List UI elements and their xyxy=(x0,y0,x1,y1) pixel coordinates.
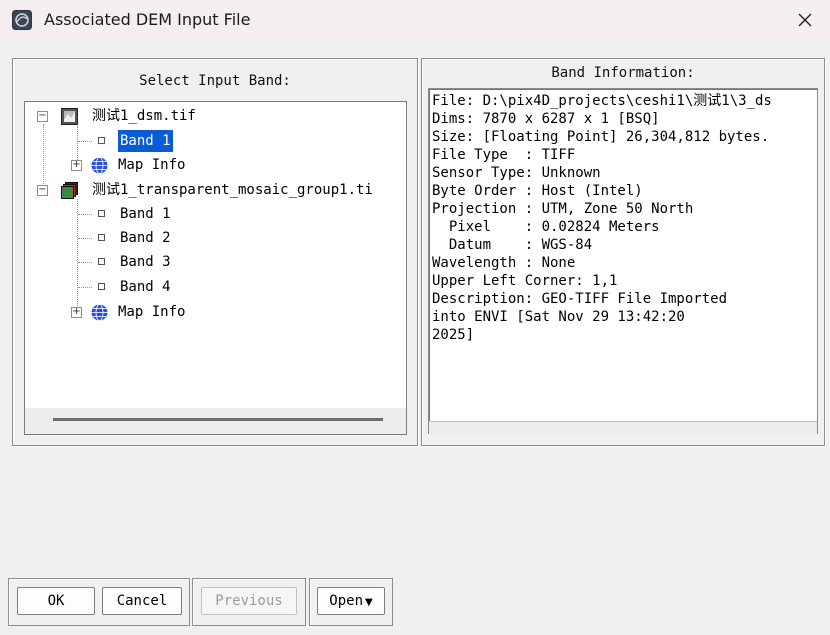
tree-item-label: Band 1 xyxy=(120,206,171,222)
expand-toggle[interactable]: + xyxy=(71,160,82,171)
info-line: Dims: 7870 x 6287 x 1 [BSQ] xyxy=(432,111,660,127)
open-group: Open ▼ xyxy=(309,578,393,626)
tree-item-label: 测试1_dsm.tif xyxy=(92,108,196,124)
tree-item-band-2-mosaic[interactable]: Band 2 xyxy=(25,227,225,249)
tree-item-band-3-mosaic[interactable]: Band 3 xyxy=(25,251,225,273)
globe-icon xyxy=(91,157,108,174)
band-icon xyxy=(98,234,105,241)
info-line: 2025] xyxy=(432,327,475,343)
open-label: Open xyxy=(329,593,363,609)
raster-file-icon xyxy=(61,108,78,125)
info-line: Datum : WGS-84 xyxy=(432,237,593,253)
tree-connector xyxy=(78,238,92,239)
band-tree[interactable]: − 测试1_dsm.tif Band 1 + Map Info − 测试1_tr… xyxy=(24,101,407,435)
info-line: Projection : UTM, Zone 50 North xyxy=(432,201,694,217)
select-input-band-title: Select Input Band: xyxy=(139,73,291,89)
tree-item-label: 测试1_transparent_mosaic_group1.ti xyxy=(92,182,373,198)
info-line: File: D:\pix4D_projects\ceshi1\测试1\3_ds xyxy=(432,93,772,109)
band-information-text[interactable]: File: D:\pix4D_projects\ceshi1\测试1\3_ds … xyxy=(428,88,818,435)
select-input-band-panel: Select Input Band: − 测试1_dsm.tif Band 1 … xyxy=(12,58,418,446)
tree-connector xyxy=(78,262,92,263)
info-line: Byte Order : Host (Intel) xyxy=(432,183,643,199)
collapse-toggle[interactable]: − xyxy=(37,111,48,122)
band-icon xyxy=(98,210,105,217)
horizontal-scrollbar-thumb[interactable] xyxy=(53,418,383,421)
band-information-panel: Band Information: File: D:\pix4D_project… xyxy=(421,58,825,446)
tree-item-label: Band 3 xyxy=(120,254,171,270)
info-line: Upper Left Corner: 1,1 xyxy=(432,273,618,289)
collapse-toggle[interactable]: − xyxy=(37,185,48,196)
ok-button[interactable]: OK xyxy=(17,587,95,615)
band-icon xyxy=(98,137,105,144)
previous-group: Previous xyxy=(192,578,306,626)
tree-item-label: Map Info xyxy=(118,157,186,173)
tree-item-map-info-mosaic[interactable]: + Map Info xyxy=(25,301,225,323)
cancel-button[interactable]: Cancel xyxy=(102,587,182,615)
tree-item-label: Band 1 xyxy=(118,130,173,152)
info-line: Description: GEO-TIFF File Imported xyxy=(432,291,728,307)
tree-item-band-4-mosaic[interactable]: Band 4 xyxy=(25,276,225,298)
info-line: Wavelength : None xyxy=(432,255,576,271)
envi-app-icon xyxy=(12,10,32,30)
band-icon xyxy=(98,283,105,290)
title-bar: Associated DEM Input File xyxy=(0,0,830,42)
tree-item-band-1-dsm[interactable]: Band 1 xyxy=(25,130,225,152)
tree-connector xyxy=(78,287,92,288)
previous-button[interactable]: Previous xyxy=(201,587,297,615)
dropdown-arrow-icon: ▼ xyxy=(365,597,373,608)
band-icon xyxy=(98,258,105,265)
close-icon xyxy=(798,13,812,27)
horizontal-scrollbar-track[interactable] xyxy=(429,421,817,435)
tree-connector xyxy=(78,214,92,215)
tree-item-label: Band 2 xyxy=(120,230,171,246)
info-line: into ENVI [Sat Nov 29 13:42:20 xyxy=(432,309,685,325)
rgb-raster-file-icon xyxy=(61,182,78,199)
band-information-title: Band Information: xyxy=(551,65,695,81)
expand-toggle[interactable]: + xyxy=(71,307,82,318)
tree-connector xyxy=(78,141,92,142)
tree-item-map-info-dsm[interactable]: + Map Info xyxy=(25,154,225,176)
tree-item-band-1-mosaic[interactable]: Band 1 xyxy=(25,203,225,225)
ok-cancel-group: OK Cancel xyxy=(8,578,190,626)
tree-item-dsm-file[interactable]: − 测试1_dsm.tif xyxy=(25,105,405,127)
horizontal-scrollbar-track[interactable] xyxy=(25,408,406,434)
info-line: Sensor Type: Unknown xyxy=(432,165,601,181)
close-button[interactable] xyxy=(788,4,822,36)
globe-icon xyxy=(91,304,108,321)
tree-item-label: Map Info xyxy=(118,304,186,320)
tree-item-label: Band 4 xyxy=(120,279,171,295)
info-line: File Type : TIFF xyxy=(432,147,576,163)
info-line: Size: [Floating Point] 26,304,812 bytes. xyxy=(432,129,770,145)
open-button[interactable]: Open ▼ xyxy=(317,587,385,615)
tree-item-mosaic-file[interactable]: − 测试1_transparent_mosaic_group1.ti xyxy=(25,179,405,201)
window-title: Associated DEM Input File xyxy=(44,10,251,29)
info-line: Pixel : 0.02824 Meters xyxy=(432,219,660,235)
